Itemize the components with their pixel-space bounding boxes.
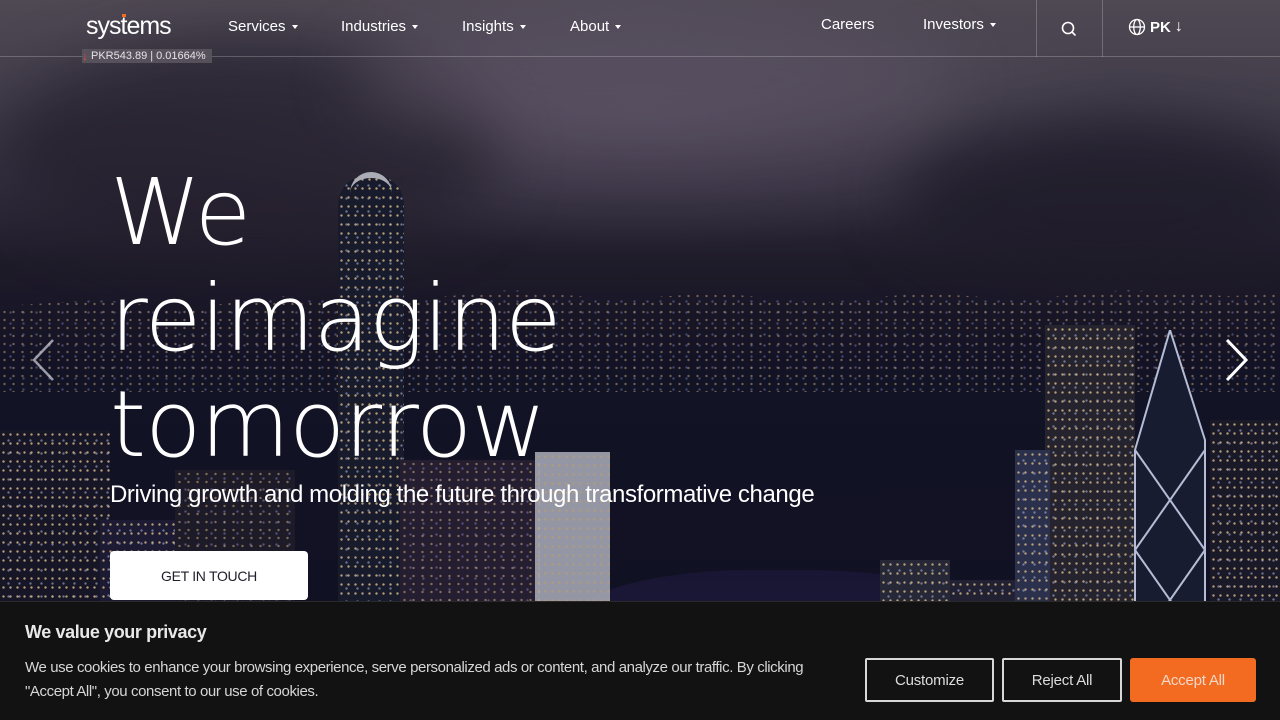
caret-down-icon (291, 25, 298, 29)
site-header: systems ↓ PKR543.89 | 0.01664% Services … (0, 0, 1280, 63)
logo-text: sys (86, 12, 121, 40)
divider (1102, 0, 1103, 57)
nav-label: About (570, 18, 610, 35)
reject-all-button[interactable]: Reject All (1002, 658, 1122, 702)
chevron-right-icon (1225, 338, 1249, 382)
ticker-separator: | (150, 50, 154, 62)
caret-down-icon (412, 25, 419, 29)
nav-item-services[interactable]: Services (228, 18, 298, 35)
nav-label: Investors (923, 16, 984, 33)
caret-down-icon (989, 23, 996, 27)
cookie-text: We use cookies to enhance your browsing … (25, 659, 804, 700)
carousel-prev-button[interactable] (26, 330, 66, 390)
cookie-banner: We value your privacy We use cookies to … (0, 601, 1280, 720)
arrow-down-icon: ↓ (1174, 18, 1183, 35)
hero-headline: We reimagine tomorrow (110, 159, 562, 478)
nav-item-insights[interactable]: Insights (462, 18, 526, 35)
nav-label: Insights (462, 18, 514, 35)
headline-line: reimagine (110, 265, 562, 372)
nav-item-careers[interactable]: Careers (821, 16, 874, 33)
arrow-down-icon: ↓ (82, 49, 88, 63)
nav-label: Industries (341, 18, 407, 35)
logo-text: ems (126, 12, 171, 40)
stock-change: 0.01664% (156, 50, 206, 62)
carousel-next-button[interactable] (1218, 330, 1258, 390)
nav-item-industries[interactable]: Industries (341, 18, 419, 35)
nav-item-investors[interactable]: Investors (923, 16, 996, 33)
language-selector[interactable]: PK ↓ (1128, 18, 1183, 36)
stock-price: PKR543.89 (91, 50, 148, 62)
globe-icon (1128, 18, 1146, 36)
cookie-title: We value your privacy (25, 622, 207, 642)
customize-button[interactable]: Customize (865, 658, 994, 702)
nav-label: Careers (821, 16, 875, 33)
headline-line: tomorrow (110, 371, 546, 478)
get-in-touch-button[interactable]: GET IN TOUCH (110, 551, 308, 600)
nav-label: Services (228, 18, 286, 35)
nav-item-about[interactable]: About (570, 18, 622, 35)
caret-down-icon (615, 25, 622, 29)
caret-down-icon (519, 25, 526, 29)
headline-line: We (110, 159, 251, 266)
divider (1036, 0, 1037, 57)
chevron-left-icon (32, 339, 54, 381)
logo[interactable]: systems (86, 12, 172, 41)
search-button[interactable] (1058, 18, 1080, 40)
language-label: PK (1150, 18, 1171, 36)
search-icon (1061, 21, 1076, 36)
stock-ticker: ↓ PKR543.89 | 0.01664% (82, 49, 212, 63)
logo-text-accent: t (120, 12, 128, 40)
accept-all-button[interactable]: Accept All (1130, 658, 1256, 702)
hero-subheadline: Driving growth and molding the future th… (110, 481, 815, 508)
